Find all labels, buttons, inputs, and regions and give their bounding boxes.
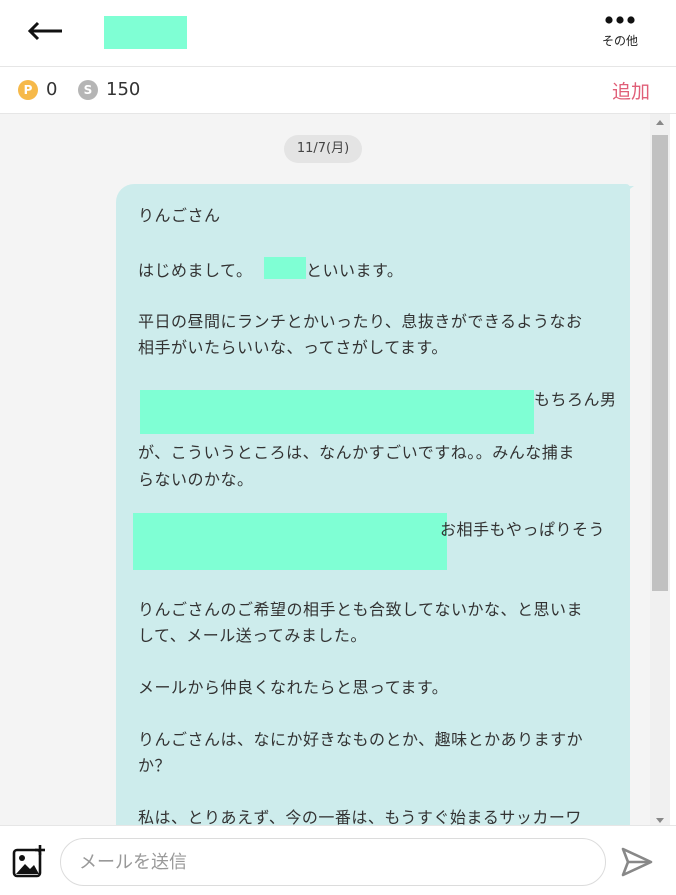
more-dots-icon bbox=[605, 16, 635, 24]
redacted-text bbox=[133, 513, 447, 570]
composer bbox=[0, 825, 676, 895]
attach-image-button[interactable] bbox=[12, 844, 48, 878]
message-line: りんごさん bbox=[138, 206, 221, 225]
message-line: お相手もやっぱりそう bbox=[440, 520, 606, 539]
points-bar: P 0 S 150 追加 bbox=[0, 67, 676, 114]
more-button[interactable]: その他 bbox=[592, 10, 648, 62]
s-coin-icon: S bbox=[78, 80, 98, 100]
p-coin-icon: P bbox=[18, 80, 38, 100]
date-chip: 11/7(月) bbox=[284, 135, 362, 163]
message-line: といいます。 bbox=[306, 261, 404, 280]
back-arrow-icon bbox=[27, 21, 62, 41]
message-line: 平日の昼間にランチとかいったり、息抜きができるようなお bbox=[138, 312, 583, 331]
message-line: りんごさんのご希望の相手とも合致してないかな、と思いま bbox=[138, 600, 584, 619]
message-line: もちろん男 bbox=[534, 390, 617, 409]
scroll-down-arrow-icon[interactable] bbox=[656, 818, 664, 823]
add-points-button[interactable]: 追加 bbox=[612, 77, 650, 104]
add-image-icon bbox=[12, 845, 45, 878]
message-line: して、メール送ってみました。 bbox=[138, 626, 367, 645]
redacted-user-name bbox=[104, 16, 187, 49]
message-line: りんごさんは、なにか好きなものとか、趣味とかありますか bbox=[138, 730, 584, 749]
scrollbar[interactable] bbox=[650, 114, 670, 825]
redacted-text bbox=[140, 390, 534, 434]
redacted-text bbox=[264, 257, 306, 279]
message-line: らないのかな。 bbox=[138, 470, 254, 489]
bubble-tail bbox=[620, 186, 634, 196]
send-icon bbox=[621, 847, 653, 877]
message-line: か？ bbox=[138, 756, 172, 775]
message-line: メールから仲良くなれたらと思ってます。 bbox=[138, 678, 449, 697]
send-button[interactable] bbox=[621, 847, 653, 877]
chat-area[interactable]: 11/7(月) りんごさん はじめまして。 といいます。 平日の昼間にランチとか… bbox=[0, 114, 650, 825]
back-button[interactable] bbox=[24, 14, 68, 50]
s-points-value: 150 bbox=[106, 79, 141, 100]
scroll-thumb[interactable] bbox=[652, 135, 668, 591]
p-points-value: 0 bbox=[46, 79, 58, 100]
message-line: が、こういうところは、なんかすごいですね。。みんな捕ま bbox=[138, 443, 575, 462]
message-line: 相手がいたらいいな、ってさがしてます。 bbox=[138, 338, 448, 357]
scroll-up-arrow-icon[interactable] bbox=[656, 120, 664, 125]
message-line: 私は、とりあえず、今の一番は、もうすぐ始まるサッカーワ bbox=[138, 808, 582, 825]
more-label: その他 bbox=[601, 34, 638, 48]
message-input[interactable] bbox=[60, 838, 606, 886]
header: その他 bbox=[0, 0, 676, 67]
message-line: はじめまして。 bbox=[138, 261, 253, 280]
